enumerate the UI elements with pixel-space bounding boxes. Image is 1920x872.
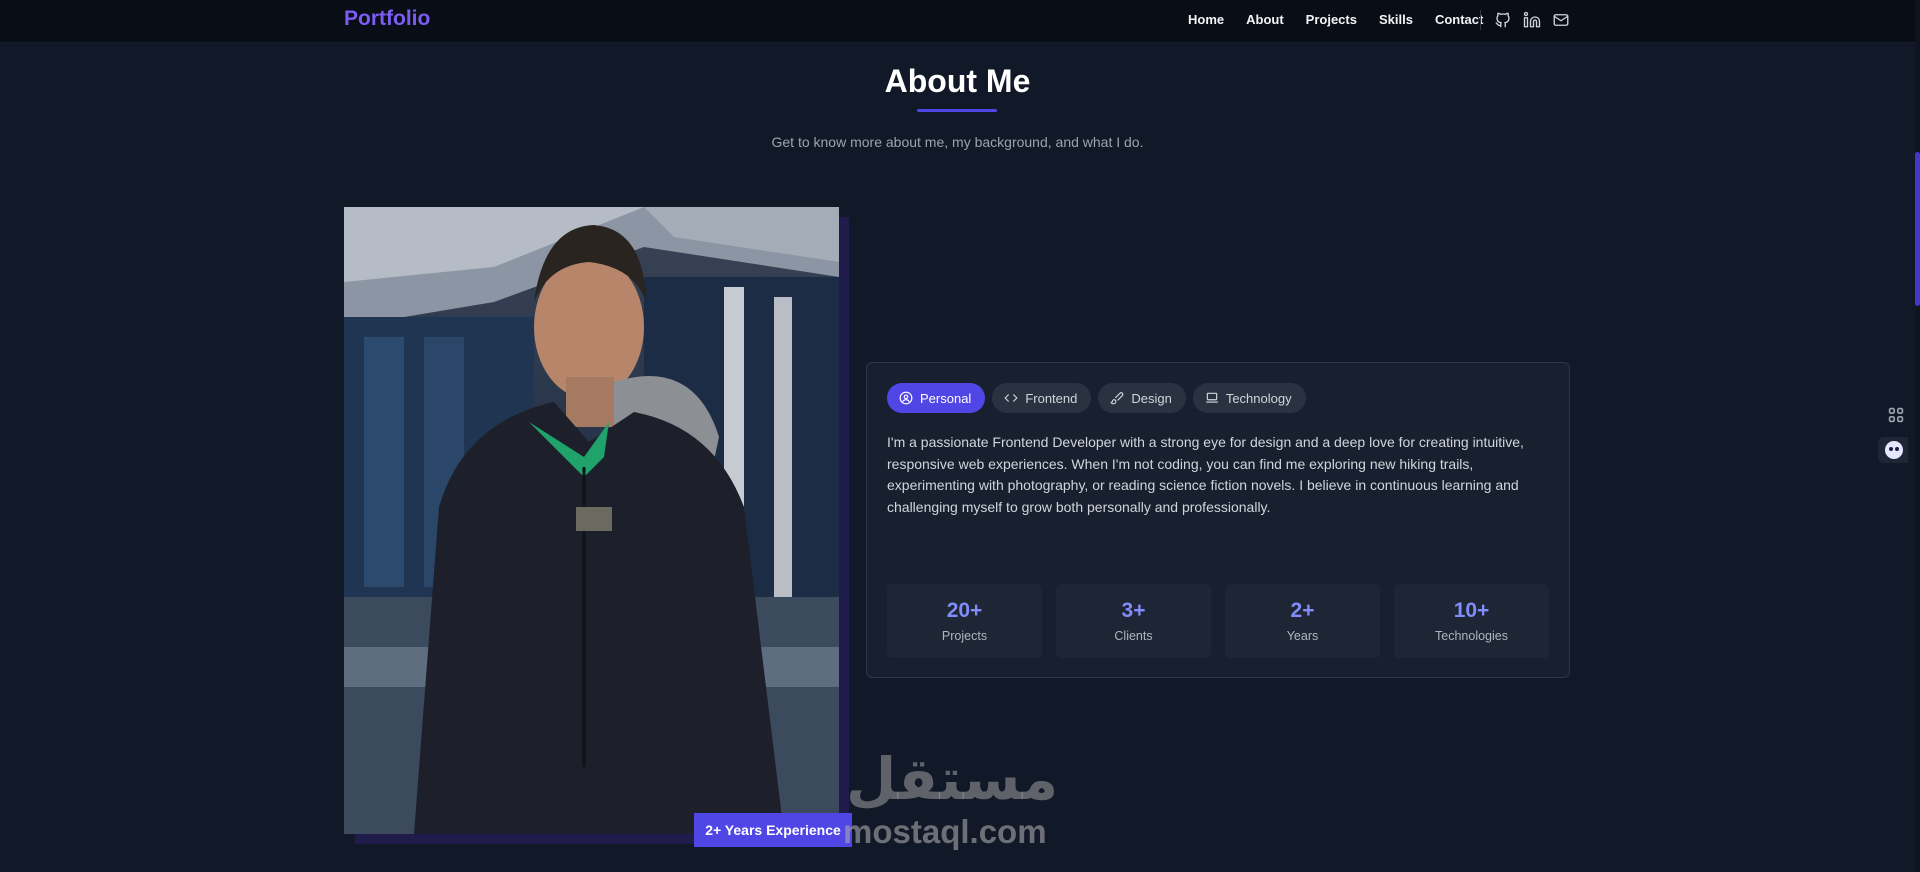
mail-icon[interactable] [1552,11,1570,29]
tab-label: Design [1131,390,1172,406]
stats-row: 20+ Projects 3+ Clients 2+ Years 10+ Tec… [887,584,1563,658]
tab-design[interactable]: Design [1098,383,1186,413]
stat-label: Technologies [1435,629,1508,643]
about-tabs: Personal Frontend Design Technology [887,383,1313,413]
brand-logo[interactable]: Portfolio [344,7,430,31]
nav-links: Home About Projects Skills Contact [1188,12,1505,27]
stat-label: Years [1286,629,1319,643]
stat-label: Clients [1114,629,1153,643]
stat-value: 10+ [1453,599,1490,622]
page-scrollbar-thumb[interactable] [1915,152,1920,306]
github-icon[interactable] [1494,11,1512,29]
stat-clients: 3+ Clients [1056,584,1211,658]
stat-value: 20+ [946,599,983,622]
code-icon [1004,394,1018,402]
tab-label: Frontend [1025,390,1078,406]
watermark-arabic: مستقل [846,745,1059,813]
about-card: Personal Frontend Design Technology I'm … [866,362,1570,678]
laptop-icon [1205,392,1218,403]
robot-face-icon [1885,441,1903,459]
about-description: I'm a passionate Frontend Developer with… [887,434,1524,515]
watermark-text: mostaql.com [843,813,1047,850]
user-circle-icon [899,391,913,405]
nav-link-home[interactable]: Home [1188,12,1224,27]
nav-link-skills[interactable]: Skills [1379,12,1413,27]
nav-link-projects[interactable]: Projects [1306,12,1357,27]
section-subtitle: Get to know more about me, my background… [771,134,1144,150]
nav-link-about[interactable]: About [1246,12,1284,27]
profile-photo [344,207,839,834]
stat-projects: 20+ Projects [887,584,1042,658]
tab-label: Personal [920,390,972,406]
section-title: About Me [884,63,1031,99]
nav-link-contact[interactable]: Contact [1435,12,1483,27]
stat-label: Projects [941,629,988,643]
tab-personal[interactable]: Personal [887,383,986,413]
title-underline [917,109,997,112]
tab-technology[interactable]: Technology [1192,383,1306,413]
tab-label: Technology [1225,390,1292,406]
stat-value: 3+ [1121,599,1146,622]
profile-photo-illustration [344,207,839,834]
linkedin-icon[interactable] [1523,11,1541,29]
stat-years: 2+ Years [1225,584,1380,658]
apps-grid-icon[interactable] [1885,404,1907,426]
experience-badge: 2+ Years Experience [694,813,852,847]
stat-value: 2+ [1290,599,1315,622]
assistant-widget-button[interactable] [1878,437,1908,463]
page-scrollbar-track[interactable] [1915,0,1920,872]
stat-technologies: 10+ Technologies [1394,584,1549,658]
tab-frontend[interactable]: Frontend [992,383,1092,413]
nav-divider [1480,10,1481,30]
top-navbar: Portfolio Home About Projects Skills Con… [0,0,1915,43]
brush-icon [1110,392,1124,405]
